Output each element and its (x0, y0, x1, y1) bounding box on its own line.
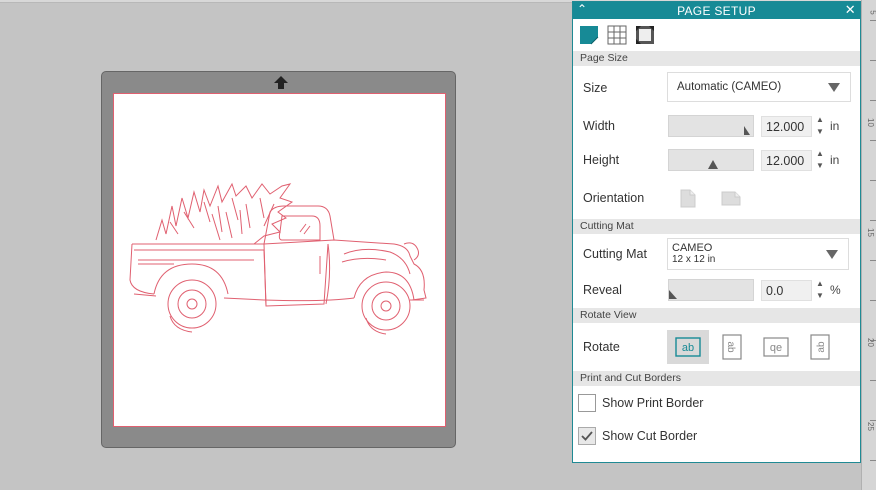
truck-with-tree-design[interactable] (114, 94, 445, 426)
size-dropdown[interactable]: Automatic (CAMEO) (667, 72, 851, 102)
design-page[interactable] (113, 93, 446, 427)
width-row: Width 12.000 ▲ ▼ in (573, 109, 860, 143)
up-arrow-icon: ▲ (816, 149, 824, 158)
height-row: Height 12.000 ▲ ▼ in (573, 143, 860, 177)
page-setup-tab[interactable] (578, 24, 600, 46)
rotate-row: Rotate ab ab qe ab (573, 323, 860, 371)
ruler-label: 5 (868, 10, 876, 14)
print-border-checkbox[interactable] (578, 394, 596, 412)
height-stepper[interactable]: ▲ ▼ (816, 150, 824, 170)
cutting-mat-section-title: Cutting Mat (573, 219, 860, 234)
right-ruler: 5 10 15 20 25 (861, 0, 876, 490)
width-unit: in (830, 119, 840, 133)
down-arrow-icon: ▼ (816, 291, 824, 300)
svg-text:ab: ab (816, 341, 827, 353)
page-size-section-title: Page Size (573, 51, 860, 66)
rotate-0-icon: ab (675, 337, 701, 357)
rotate-180-icon: qe (763, 337, 789, 357)
cutting-mat (101, 71, 456, 448)
cutting-mat-size: 12 x 12 in (672, 254, 716, 265)
ruler-label: 25 (866, 422, 876, 431)
up-arrow-icon: ▲ (816, 115, 824, 124)
height-unit: in (830, 153, 840, 167)
width-slider[interactable] (668, 115, 754, 137)
svg-text:qe: qe (770, 342, 782, 354)
cut-border-label: Show Cut Border (602, 429, 698, 443)
reveal-row: Reveal 0.0 ▲ ▼ % (573, 274, 860, 306)
borders-section-title: Print and Cut Borders (573, 371, 860, 386)
checkmark-icon (581, 431, 593, 441)
landscape-orientation-icon[interactable] (721, 191, 741, 206)
grid-icon (607, 25, 627, 45)
orientation-label: Orientation (583, 191, 645, 205)
registration-marks-icon (636, 26, 654, 44)
cutting-mat-label: Cutting Mat (583, 247, 647, 261)
collapse-icon[interactable]: ⌃ (577, 2, 587, 16)
panel-title: PAGE SETUP (677, 3, 756, 18)
rotate-270-button[interactable]: ab (799, 330, 841, 364)
width-input[interactable]: 12.000 (761, 116, 812, 137)
portrait-orientation-icon[interactable] (680, 189, 696, 208)
close-icon[interactable]: ✕ (845, 2, 856, 18)
down-arrow-icon: ▼ (816, 127, 824, 136)
chevron-down-icon (826, 250, 838, 259)
reveal-slider[interactable] (668, 279, 754, 301)
rotate-view-section-title: Rotate View (573, 308, 860, 323)
cut-border-row[interactable]: Show Cut Border (573, 420, 860, 452)
ruler-label: 15 (866, 228, 876, 237)
panel-tabs (573, 19, 860, 51)
rotate-270-icon: ab (810, 334, 830, 360)
panel-header: ⌃ PAGE SETUP ✕ (573, 2, 860, 19)
reveal-stepper[interactable]: ▲ ▼ (816, 280, 824, 300)
size-value: Automatic (CAMEO) (677, 81, 782, 93)
reveal-input[interactable]: 0.0 (761, 280, 812, 301)
reveal-unit: % (830, 283, 841, 297)
rotate-label: Rotate (583, 340, 620, 354)
size-row: Size Automatic (CAMEO) (573, 66, 860, 109)
rotate-0-button[interactable]: ab (667, 330, 709, 364)
chevron-down-icon (828, 83, 840, 92)
print-border-row[interactable]: Show Print Border (573, 386, 860, 420)
rotate-90-icon: ab (722, 334, 742, 360)
width-stepper[interactable]: ▲ ▼ (816, 116, 824, 136)
up-arrow-icon: ▲ (816, 279, 824, 288)
height-input[interactable]: 12.000 (761, 150, 812, 171)
print-border-label: Show Print Border (602, 396, 704, 410)
cutting-mat-dropdown[interactable]: CAMEO 12 x 12 in (667, 238, 849, 270)
rotate-90-button[interactable]: ab (711, 330, 753, 364)
cut-border-checkbox[interactable] (578, 427, 596, 445)
size-label: Size (583, 80, 608, 95)
cutting-mat-value: CAMEO (672, 242, 713, 254)
width-label: Width (583, 119, 615, 133)
ruler-label: 20 (866, 338, 876, 347)
orientation-row: Orientation (573, 177, 860, 219)
grid-tab[interactable] (606, 24, 628, 46)
feed-direction-arrow-icon (274, 76, 288, 83)
reveal-label: Reveal (583, 283, 622, 297)
rotate-180-button[interactable]: qe (755, 330, 797, 364)
height-label: Height (583, 153, 620, 167)
page-setup-panel: ⌃ PAGE SETUP ✕ Page Size Size Automatic … (572, 1, 861, 463)
svg-text:ab: ab (682, 342, 694, 354)
page-icon (580, 26, 599, 45)
ruler-label: 10 (866, 118, 876, 127)
height-slider[interactable] (668, 149, 754, 171)
down-arrow-icon: ▼ (816, 161, 824, 170)
registration-tab[interactable] (634, 24, 656, 46)
cutting-mat-row: Cutting Mat CAMEO 12 x 12 in (573, 234, 860, 274)
svg-text:ab: ab (725, 341, 736, 353)
